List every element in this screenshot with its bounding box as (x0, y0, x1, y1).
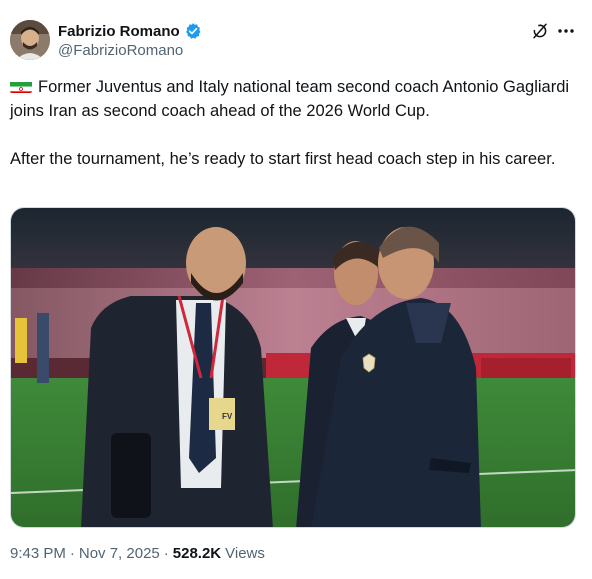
views-label: Views (225, 545, 265, 562)
tweet-text: Former Juventus and Italy national team … (10, 75, 576, 171)
tweet-paragraph-1-text: Former Juventus and Italy national team … (10, 78, 570, 120)
views-count: 528.2K (172, 545, 222, 562)
tweet-paragraph-1: Former Juventus and Italy national team … (10, 75, 576, 123)
tweet-photo[interactable]: FV (10, 207, 576, 528)
author-name-row: Fabrizio Romano (58, 22, 202, 40)
meta-separator: · (69, 545, 75, 562)
media-badge-text: FV (222, 412, 233, 421)
tweet-date[interactable]: Nov 7, 2025 (79, 545, 160, 562)
tweet-paragraph-2: After the tournament, he’s ready to star… (10, 150, 556, 168)
iran-flag-icon (10, 79, 32, 93)
author-handle[interactable]: @FabrizioRomano (58, 42, 183, 59)
meta-separator: · (163, 545, 169, 562)
verified-badge-icon (184, 22, 202, 40)
tweet-card: Fabrizio Romano @FabrizioRomano Former J… (0, 0, 592, 579)
grok-icon[interactable] (531, 22, 549, 40)
tweet-time[interactable]: 9:43 PM (10, 545, 66, 562)
avatar[interactable] (10, 20, 50, 60)
author-display-name[interactable]: Fabrizio Romano (58, 23, 180, 40)
tweet-meta: 9:43 PM · Nov 7, 2025 · 528.2K Views (10, 545, 265, 562)
more-icon[interactable] (556, 22, 576, 40)
